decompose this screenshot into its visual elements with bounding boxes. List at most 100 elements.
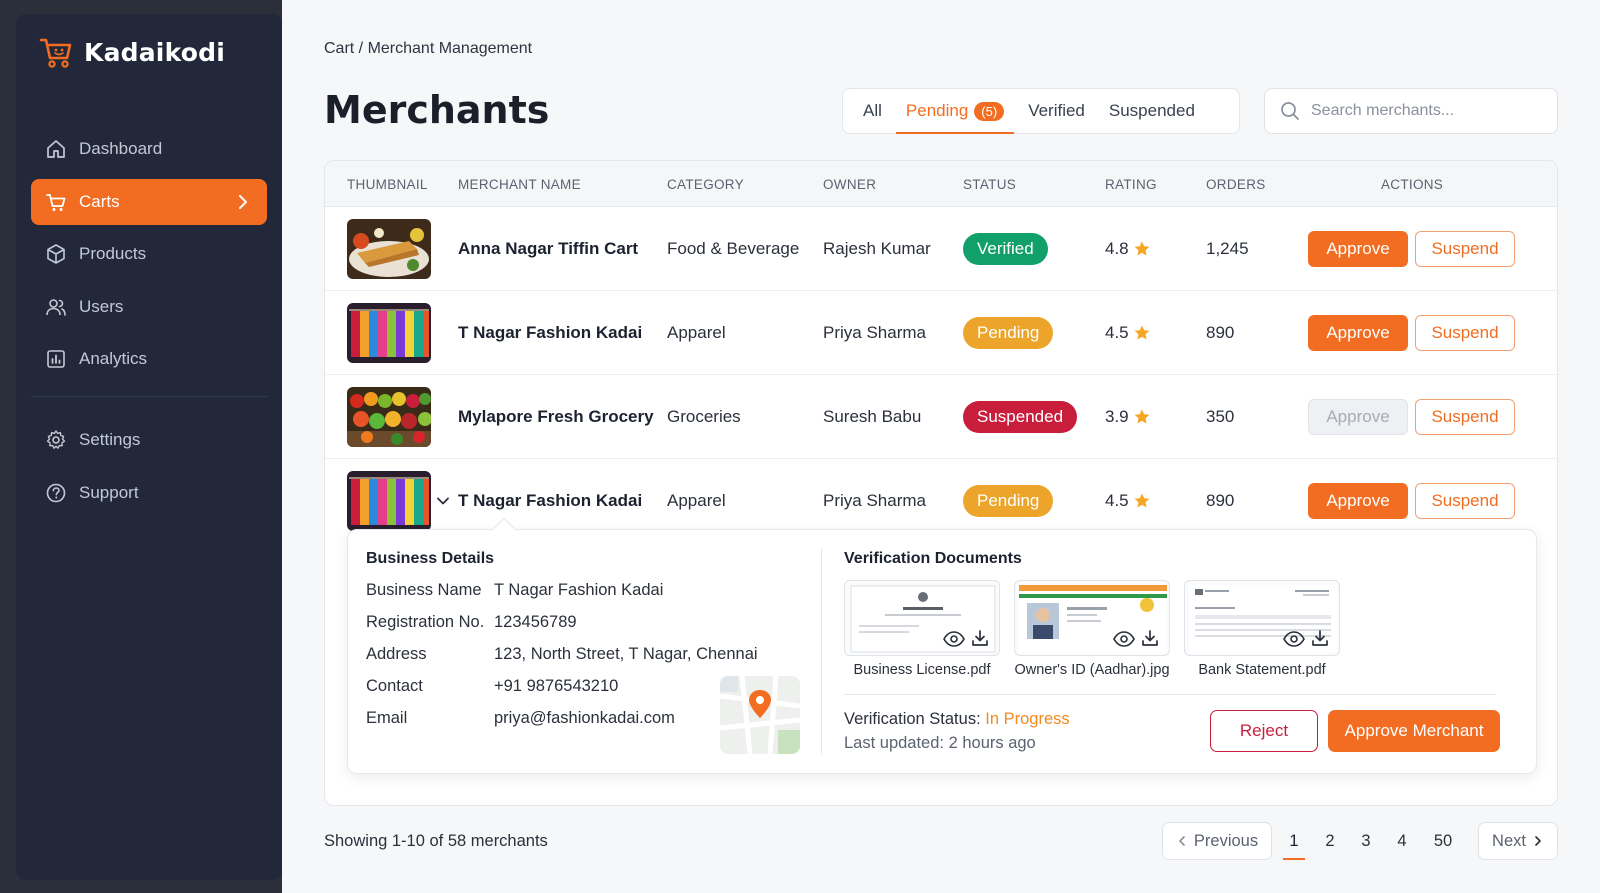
download-icon[interactable] <box>1141 629 1159 647</box>
field-label: Business Name <box>366 581 482 599</box>
document-preview[interactable] <box>844 580 1000 656</box>
col-owner[interactable]: OWNER <box>823 177 876 192</box>
main-content: Cart / Merchant Management Merchants All… <box>282 0 1600 893</box>
rating-value: 3.9 <box>1105 407 1129 426</box>
suspend-button[interactable]: Suspend <box>1415 315 1515 351</box>
reject-button[interactable]: Reject <box>1210 710 1318 752</box>
download-icon[interactable] <box>971 629 989 647</box>
sidebar-nav: Dashboard Carts Products Users Analytics… <box>31 126 267 522</box>
approve-button[interactable]: Approve <box>1308 399 1408 435</box>
download-icon[interactable] <box>1311 629 1329 647</box>
document-name[interactable]: Bank Statement.pdf <box>1177 662 1347 678</box>
table-row[interactable]: Anna Nagar Tiffin Cart Food & Beverage R… <box>325 207 1557 291</box>
sidebar-item-carts[interactable]: Carts <box>31 178 267 225</box>
merchant-thumbnail <box>347 387 431 447</box>
contact-value[interactable]: +91 9876543210 <box>494 677 618 696</box>
approve-button[interactable]: Approve <box>1308 483 1408 519</box>
document-name[interactable]: Owner's ID (Aadhar).jpg <box>1007 662 1177 678</box>
sidebar-item-label: Support <box>79 482 139 502</box>
merchant-name[interactable]: T Nagar Fashion Kadai <box>458 323 642 343</box>
table-header: THUMBNAIL MERCHANT NAME CATEGORY OWNER S… <box>325 161 1557 207</box>
next-page-button[interactable]: Next <box>1478 822 1558 860</box>
merchant-owner: Priya Sharma <box>823 491 926 510</box>
sidebar-item-users[interactable]: Users <box>31 284 267 330</box>
box-icon <box>45 243 67 265</box>
sidebar-item-label: Settings <box>79 430 141 449</box>
merchant-orders: 890 <box>1206 323 1235 342</box>
merchant-name[interactable]: T Nagar Fashion Kadai <box>458 491 642 511</box>
table-row[interactable]: T Nagar Fashion Kadai Apparel Priya Shar… <box>325 291 1557 375</box>
brand[interactable]: Kadaikodi <box>38 34 225 70</box>
page-title: Merchants <box>324 88 550 132</box>
merchant-owner: Suresh Babu <box>823 407 922 426</box>
star-icon <box>1134 325 1150 340</box>
tab-label: Verified <box>1028 101 1085 120</box>
document-name[interactable]: Business License.pdf <box>837 662 1007 678</box>
merchant-name[interactable]: Mylapore Fresh Grocery <box>458 407 654 427</box>
col-category[interactable]: CATEGORY <box>667 177 744 192</box>
approve-merchant-button[interactable]: Approve Merchant <box>1328 710 1500 752</box>
sidebar-item-dashboard[interactable]: Dashboard <box>31 126 267 172</box>
eye-icon[interactable] <box>1283 631 1305 647</box>
chevron-down-icon[interactable] <box>435 493 451 509</box>
rating: 3.9 <box>1105 407 1151 427</box>
merchant-category: Groceries <box>667 407 741 426</box>
suspend-button[interactable]: Suspend <box>1415 231 1515 267</box>
field-label: Email <box>366 709 408 727</box>
breadcrumb[interactable]: Cart / Merchant Management <box>324 40 532 58</box>
rating: 4.5 <box>1105 323 1151 343</box>
page-1[interactable]: 1 <box>1279 822 1309 860</box>
table-row[interactable]: Mylapore Fresh Grocery Groceries Suresh … <box>325 375 1557 459</box>
col-orders[interactable]: ORDERS <box>1206 177 1266 192</box>
page-50[interactable]: 50 <box>1425 822 1461 860</box>
rating-value: 4.5 <box>1105 491 1129 510</box>
panel-divider <box>844 694 1496 695</box>
col-rating[interactable]: RATING <box>1105 177 1157 192</box>
business-name-value: T Nagar Fashion Kadai <box>494 581 664 599</box>
eye-icon[interactable] <box>1113 631 1135 647</box>
registration-value: 123456789 <box>494 613 577 631</box>
help-icon <box>45 482 67 504</box>
cart-logo-icon <box>39 38 72 68</box>
panel-divider <box>821 548 822 754</box>
search-input[interactable] <box>1311 102 1541 120</box>
merchant-name[interactable]: Anna Nagar Tiffin Cart <box>458 239 638 259</box>
sidebar-item-settings[interactable]: Settings <box>31 417 267 463</box>
merchant-category: Apparel <box>667 323 726 342</box>
col-status[interactable]: STATUS <box>963 177 1016 192</box>
tab-pending[interactable]: Pending (5) <box>894 89 1016 134</box>
col-merchant-name[interactable]: MERCHANT NAME <box>458 177 581 192</box>
field-label: Contact <box>366 677 423 695</box>
page-4[interactable]: 4 <box>1387 822 1417 860</box>
tab-label: Suspended <box>1108 101 1195 120</box>
status-tabs: All Pending (5) Verified Suspended <box>842 88 1240 134</box>
tab-suspended[interactable]: Suspended <box>1097 89 1207 133</box>
tab-verified[interactable]: Verified <box>1016 89 1097 133</box>
location-map[interactable] <box>720 676 800 754</box>
address-value: 123, North Street, T Nagar, Chennai <box>494 645 758 663</box>
rating-value: 4.8 <box>1105 239 1129 258</box>
sidebar-item-support[interactable]: Support <box>31 470 267 516</box>
approve-button[interactable]: Approve <box>1308 315 1408 351</box>
sidebar-item-products[interactable]: Products <box>31 231 267 277</box>
sidebar-item-label: Analytics <box>79 349 148 368</box>
field-label: Address <box>366 645 427 663</box>
merchant-thumbnail <box>347 471 431 531</box>
sidebar-item-analytics[interactable]: Analytics <box>31 336 267 382</box>
page-2[interactable]: 2 <box>1315 822 1345 860</box>
eye-icon[interactable] <box>943 631 965 647</box>
suspend-button[interactable]: Suspend <box>1415 483 1515 519</box>
previous-page-button[interactable]: Previous <box>1162 822 1272 860</box>
email-value[interactable]: priya@fashionkadai.com <box>494 709 675 728</box>
page-3[interactable]: 3 <box>1351 822 1381 860</box>
status-badge: Pending <box>963 485 1054 517</box>
tab-all[interactable]: All <box>851 89 894 133</box>
document-preview[interactable] <box>1184 580 1340 656</box>
star-icon <box>1134 241 1150 256</box>
status-badge: Suspended <box>963 401 1078 433</box>
suspend-button[interactable]: Suspend <box>1415 399 1515 435</box>
verification-status-value: In Progress <box>985 710 1070 728</box>
document-preview[interactable] <box>1014 580 1170 656</box>
last-updated: Last updated: 2 hours ago <box>844 734 1036 752</box>
approve-button[interactable]: Approve <box>1308 231 1408 267</box>
